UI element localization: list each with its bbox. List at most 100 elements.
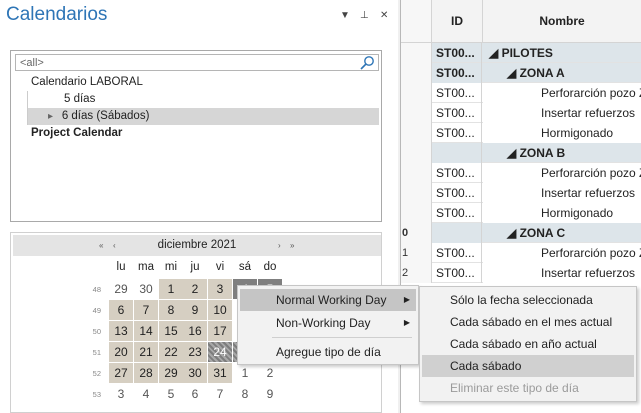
calendar-day[interactable]: 8 — [233, 384, 257, 404]
calendar-day[interactable]: 30 — [183, 363, 207, 383]
row-number: 2 — [401, 263, 432, 283]
tree-item-label: Project Calendar — [31, 127, 123, 139]
tree-item-label: 6 días (Sábados) — [61, 110, 150, 122]
submenu-item[interactable]: Cada sábado — [422, 355, 634, 377]
calendar-day[interactable]: 7 — [208, 384, 232, 404]
table-row[interactable]: ST00... ◢ PILOTES — [401, 43, 641, 63]
close-icon[interactable]: ✕ — [380, 10, 388, 21]
table-row[interactable]: 0 ◢ ZONA C — [401, 223, 641, 243]
calendar-day[interactable]: 3 — [109, 384, 133, 404]
cell-id: ST00... — [432, 43, 482, 63]
next-month-button[interactable]: › — [278, 235, 281, 256]
submenu-label: Eliminar este tipo de día — [450, 381, 579, 395]
calendar-day[interactable]: 9 — [183, 300, 207, 320]
calendar-day[interactable]: 22 — [159, 342, 183, 362]
table-row[interactable]: ST00... ◢ ZONA A — [401, 63, 641, 83]
table-row[interactable]: ◢ ZONA B — [401, 143, 641, 163]
cell-id: ST00... — [432, 263, 482, 283]
cell-name: Perforarción pozo Zona A — [483, 83, 641, 103]
cell-name: Perforarción pozo Zona B — [483, 163, 641, 183]
calendar-day[interactable]: 2 — [183, 279, 207, 299]
context-menu: Normal Working Day ▶ Non-Working Day ▶ Agreg… — [237, 285, 419, 365]
prev-year-button[interactable]: « — [99, 235, 103, 256]
table-row[interactable]: ST00...Perforarción pozo Zona A — [401, 83, 641, 103]
id-column-header[interactable]: ID — [432, 0, 483, 43]
submenu-arrow-icon: ▶ — [403, 295, 410, 304]
cell-id: ST00... — [432, 243, 482, 263]
expand-arrow-icon[interactable]: ▸ — [48, 111, 62, 122]
calendar-day[interactable]: 9 — [258, 384, 282, 404]
table-row[interactable]: ST00... Hormigonado — [401, 203, 641, 223]
tree-item[interactable]: ▸ 6 días (Sábados) — [27, 108, 379, 125]
submenu-item[interactable]: Cada sábado en año actual — [422, 333, 634, 355]
calendar-day[interactable]: 15 — [159, 321, 183, 341]
calendar-day[interactable]: 7 — [134, 300, 158, 320]
calendar-day[interactable]: 16 — [183, 321, 207, 341]
panel-menu-icon[interactable]: ▼ — [340, 10, 350, 21]
search-input[interactable]: <all> — [15, 54, 379, 71]
calendar-day[interactable]: 23 — [183, 342, 207, 362]
cell-name: Insertar refuerzos — [483, 183, 641, 203]
context-menu-item[interactable]: Normal Working Day ▶ — [240, 289, 416, 311]
calendar-day[interactable]: 28 — [134, 363, 158, 383]
row-number — [401, 143, 432, 163]
cell-id: ST00... — [432, 163, 482, 183]
calendar-day[interactable]: 14 — [134, 321, 158, 341]
calendar-day[interactable]: 2 — [258, 363, 282, 383]
submenu-label: Cada sábado en año actual — [450, 337, 597, 351]
submenu-item: Eliminar este tipo de día — [422, 377, 634, 399]
calendar-day[interactable]: 8 — [159, 300, 183, 320]
tree-item-label: Calendario LABORAL — [31, 76, 143, 88]
tree-item[interactable]: Calendario LABORAL — [15, 74, 379, 91]
month-label: diciembre 2021 — [157, 239, 237, 251]
name-column-header[interactable]: Nombre — [483, 0, 641, 43]
search-icon[interactable] — [359, 55, 375, 70]
submenu-item[interactable]: Sólo la fecha seleccionada — [422, 289, 634, 311]
cell-name: ◢ ZONA B — [507, 146, 566, 160]
calendar-day[interactable]: 29 — [109, 279, 133, 299]
calendar-day[interactable]: 1 — [233, 363, 257, 383]
prev-month-button[interactable]: ‹ — [113, 235, 116, 256]
week-number: 50 — [92, 327, 101, 336]
row-number — [401, 123, 432, 143]
calendar-day[interactable]: 3 — [208, 279, 232, 299]
calendar-day[interactable]: 27 — [109, 363, 133, 383]
weekday-label: ju — [190, 261, 200, 273]
calendar-day[interactable]: 20 — [109, 342, 133, 362]
submenu-label: Sólo la fecha seleccionada — [450, 293, 593, 307]
calendar-day[interactable]: 6 — [109, 300, 133, 320]
calendar-day[interactable]: 10 — [208, 300, 232, 320]
calendar-day[interactable]: 6 — [183, 384, 207, 404]
calendar-day[interactable]: 17 — [208, 321, 232, 341]
calendar-tree: <all> Calendario LABORAL 5 días ▸ 6 días (… — [10, 50, 382, 222]
tree-item[interactable]: Project Calendar — [15, 125, 379, 142]
table-row[interactable]: ST00... Hormigonado — [401, 123, 641, 143]
calendar-day[interactable]: 30 — [134, 279, 158, 299]
cell-name: Perforarción pozo Zona C — [483, 243, 641, 263]
calendar-day[interactable]: 5 — [159, 384, 183, 404]
submenu-item[interactable]: Cada sábado en el mes actual — [422, 311, 634, 333]
context-menu-label: Normal Working Day — [276, 293, 387, 307]
submenu: Sólo la fecha seleccionada Cada sábado en… — [419, 286, 637, 402]
table-row[interactable]: ST00... Insertar refuerzos — [401, 183, 641, 203]
table-row[interactable]: 1ST00...Perforarción pozo Zona C — [401, 243, 641, 263]
pin-icon[interactable]: ⊥ — [360, 10, 369, 21]
table-row[interactable]: ST00... Insertar refuerzos — [401, 103, 641, 123]
calendar-day[interactable]: 4 — [134, 384, 158, 404]
calendar-day[interactable]: 29 — [159, 363, 183, 383]
calendar-day[interactable]: 13 — [109, 321, 133, 341]
next-year-button[interactable]: » — [290, 235, 294, 256]
table-row[interactable]: ST00...Perforarción pozo Zona B — [401, 163, 641, 183]
context-menu-item[interactable]: Non-Working Day ▶ — [240, 312, 416, 334]
cell-name: ◢ PILOTES — [489, 46, 553, 60]
context-menu-item[interactable]: Agregue tipo de día — [240, 341, 416, 363]
table-row[interactable]: 2 ST00... Insertar refuerzos — [401, 263, 641, 283]
context-menu-label: Agregue tipo de día — [276, 345, 381, 359]
calendar-day[interactable]: 21 — [134, 342, 158, 362]
calendar-day[interactable]: 31 — [208, 363, 232, 383]
calendar-day[interactable]: 24 — [208, 342, 232, 362]
cell-id: ST00... — [432, 183, 482, 203]
cell-id: ST00... — [432, 83, 482, 103]
tree-item[interactable]: 5 días — [27, 91, 379, 108]
calendar-day[interactable]: 1 — [159, 279, 183, 299]
